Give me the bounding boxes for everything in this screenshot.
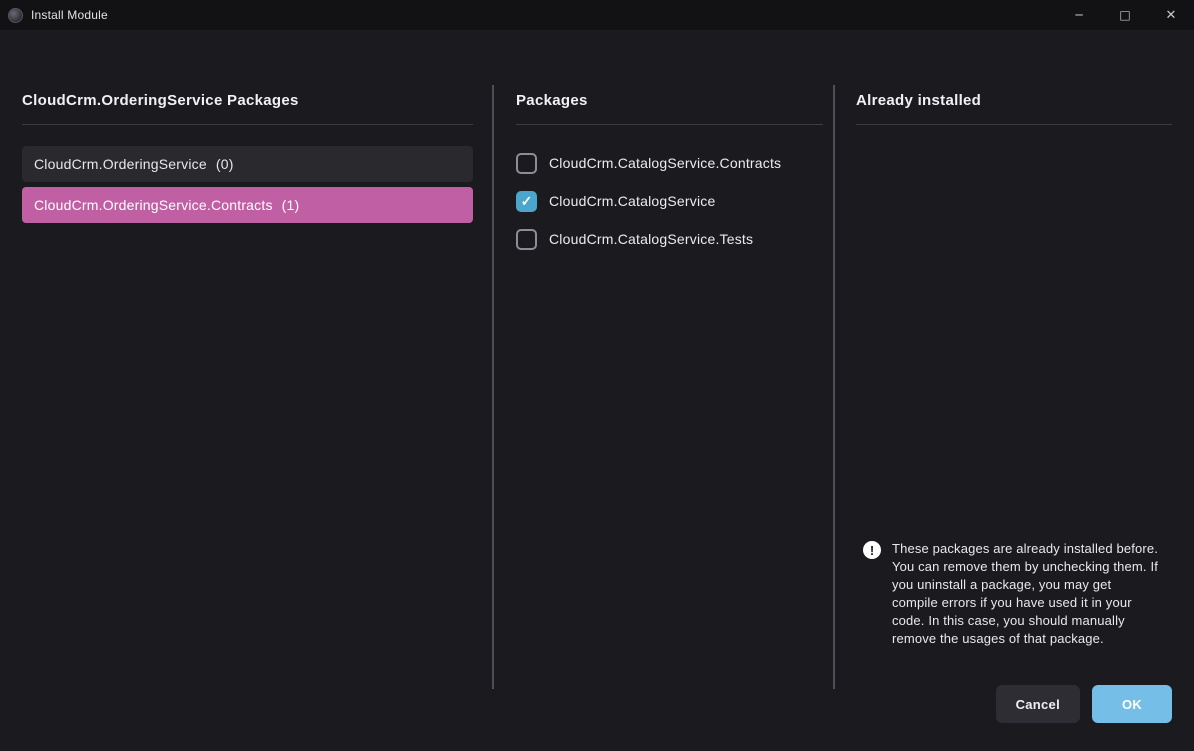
modules-panel: CloudCrm.OrderingService Packages CloudC… [22,78,473,228]
cancel-button[interactable]: Cancel [996,685,1080,723]
module-item-orderingservice-contracts[interactable]: CloudCrm.OrderingService.Contracts (1) [22,187,473,223]
module-item-orderingservice[interactable]: CloudCrm.OrderingService (0) [22,146,473,182]
packages-panel-header: Packages [516,78,823,124]
module-list: CloudCrm.OrderingService (0) CloudCrm.Or… [22,146,473,223]
app-logo-icon [8,8,23,23]
info-note-text: These packages are already installed bef… [892,540,1159,648]
module-item-label: CloudCrm.OrderingService.Contracts [34,197,273,213]
header-divider [22,124,473,125]
minimize-icon: ─ [1075,8,1082,22]
install-module-dialog: Install Module ─ □ ✕ CloudCrm.OrderingSe… [0,0,1194,751]
modules-panel-header: CloudCrm.OrderingService Packages [22,78,473,124]
window-controls: ─ □ ✕ [1056,0,1194,30]
maximize-button[interactable]: □ [1102,0,1148,30]
package-row-catalogservice-tests[interactable]: ✓ CloudCrm.CatalogService.Tests [516,220,823,258]
ok-button[interactable]: OK [1092,685,1172,723]
packages-panel: Packages ✓ CloudCrm.CatalogService.Contr… [516,78,823,258]
already-installed-header: Already installed [856,78,1172,124]
dialog-content: CloudCrm.OrderingService Packages CloudC… [0,30,1194,751]
window-title: Install Module [31,8,108,22]
info-icon: ! [863,541,881,559]
info-note: ! These packages are already installed b… [863,540,1159,648]
header-divider [516,124,823,125]
close-button[interactable]: ✕ [1148,0,1194,30]
column-divider [492,85,494,689]
dialog-footer: Cancel OK [996,685,1172,723]
column-divider [833,85,835,689]
module-item-count: (0) [216,156,234,172]
package-list: ✓ CloudCrm.CatalogService.Contracts ✓ Cl… [516,144,823,258]
checkbox[interactable]: ✓ [516,153,537,174]
package-label: CloudCrm.CatalogService.Contracts [549,155,781,171]
titlebar: Install Module ─ □ ✕ [0,0,1194,30]
module-item-label: CloudCrm.OrderingService [34,156,207,172]
minimize-button[interactable]: ─ [1056,0,1102,30]
already-installed-panel: Already installed ! These packages are a… [856,78,1172,125]
package-label: CloudCrm.CatalogService.Tests [549,231,753,247]
checkbox[interactable]: ✓ [516,191,537,212]
module-item-count: (1) [282,197,300,213]
check-icon: ✓ [521,194,533,208]
package-row-catalogservice-contracts[interactable]: ✓ CloudCrm.CatalogService.Contracts [516,144,823,182]
checkbox[interactable]: ✓ [516,229,537,250]
maximize-icon: □ [1119,8,1130,22]
header-divider [856,124,1172,125]
package-label: CloudCrm.CatalogService [549,193,715,209]
package-row-catalogservice[interactable]: ✓ CloudCrm.CatalogService [516,182,823,220]
close-icon: ✕ [1166,8,1177,23]
